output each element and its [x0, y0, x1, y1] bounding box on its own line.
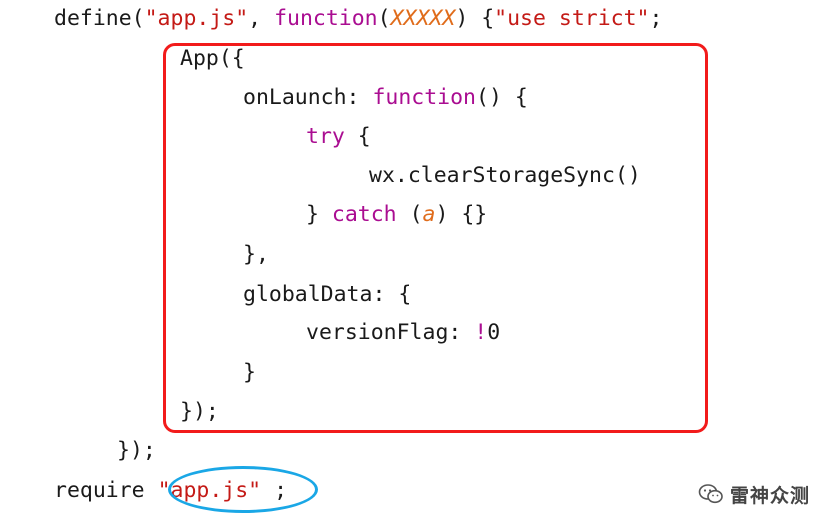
code-token: });	[117, 438, 156, 463]
code-line-define: define("app.js", function(XXXXX) {"use s…	[54, 6, 662, 32]
code-token: ) {	[455, 6, 495, 31]
code-token: ;	[649, 6, 663, 31]
code-keyword: function	[274, 6, 378, 31]
code-token: ,	[248, 6, 275, 31]
code-string: "use strict"	[494, 6, 650, 31]
code-token: require	[54, 478, 158, 503]
code-token: define(	[54, 6, 145, 31]
watermark: 雷神众测	[698, 474, 810, 514]
code-string: "app.js"	[144, 6, 249, 31]
code-line-close-define: });	[117, 438, 156, 464]
code-token: (	[377, 6, 391, 31]
wechat-icon	[698, 484, 723, 504]
code-param: XXXXX	[390, 6, 456, 31]
highlight-oval	[168, 466, 318, 513]
highlight-box	[163, 43, 708, 433]
watermark-text: 雷神众测	[729, 484, 810, 507]
